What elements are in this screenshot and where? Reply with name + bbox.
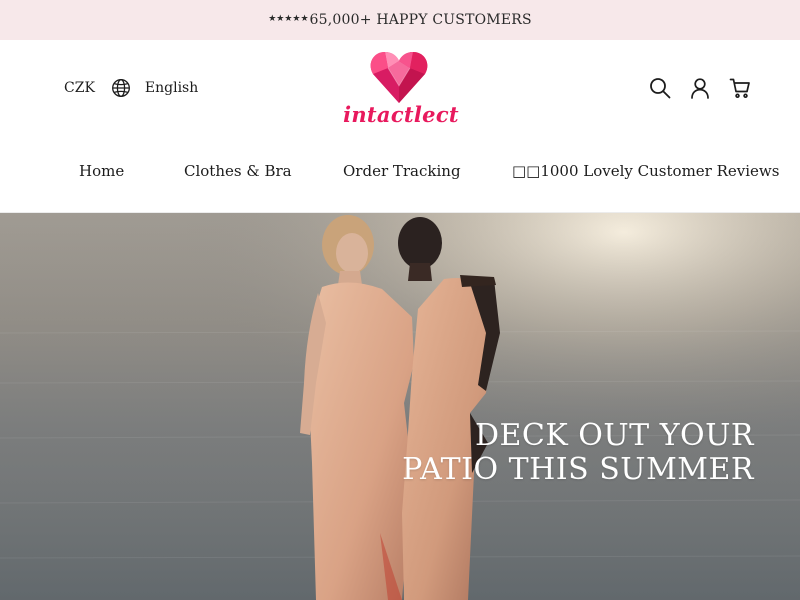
nav-item-home[interactable]: Home bbox=[79, 162, 124, 180]
globe-icon[interactable] bbox=[111, 78, 131, 98]
currency-selector[interactable]: CZK bbox=[64, 80, 95, 96]
language-selector[interactable]: English bbox=[145, 80, 198, 96]
main-navigation: Home Clothes & Bra Order Tracking □□1000… bbox=[0, 162, 800, 190]
hero-heading-line-1: DECK OUT YOUR bbox=[474, 418, 754, 453]
localization-selector: CZK English bbox=[64, 78, 198, 98]
heart-gem-logo-icon bbox=[370, 52, 428, 103]
nav-item-clothes-bra[interactable]: Clothes & Bra bbox=[184, 162, 292, 180]
announcement-bar: ★★★★★ 65,000+ HAPPY CUSTOMERS bbox=[0, 0, 800, 40]
nav-item-order-tracking[interactable]: Order Tracking bbox=[343, 162, 461, 180]
search-icon[interactable] bbox=[648, 76, 672, 100]
logo-text: intactlect bbox=[343, 102, 459, 127]
account-icon[interactable] bbox=[688, 76, 712, 100]
announcement-text: 65,000+ HAPPY CUSTOMERS bbox=[309, 12, 532, 28]
nav-item-customer-reviews[interactable]: □□1000 Lovely Customer Reviews bbox=[512, 162, 779, 180]
brand-logo[interactable]: intactlect bbox=[326, 50, 476, 127]
hero-heading-line-2: PATIO THIS SUMMER bbox=[402, 452, 754, 487]
cart-icon[interactable] bbox=[728, 76, 752, 100]
hero-heading: DECK OUT YOUR PATIO THIS SUMMER bbox=[402, 419, 754, 487]
site-header: CZK English intactlect Home Clothes & Br… bbox=[0, 40, 800, 213]
hero-banner[interactable]: DECK OUT YOUR PATIO THIS SUMMER bbox=[0, 213, 800, 600]
header-icons bbox=[632, 76, 752, 100]
hero-image bbox=[0, 213, 800, 600]
rating-stars: ★★★★★ bbox=[268, 14, 309, 24]
